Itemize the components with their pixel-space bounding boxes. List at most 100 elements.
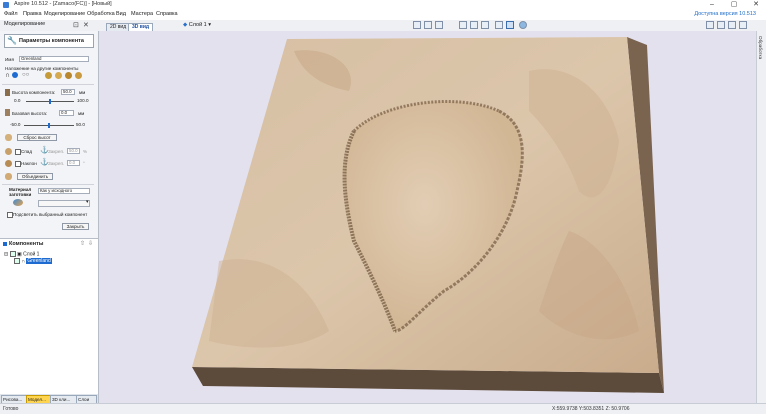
- move-up-icon[interactable]: ⇧: [80, 240, 85, 247]
- menu-wizards[interactable]: Мастера: [131, 11, 153, 17]
- blend-low-icon[interactable]: [55, 72, 62, 79]
- blend-replace-icon[interactable]: [75, 72, 82, 79]
- height-min: 0.0: [14, 98, 21, 103]
- name-field[interactable]: Greenland: [19, 56, 89, 62]
- tilt-value-field[interactable]: 0.0: [67, 160, 80, 166]
- reset-icon: [5, 134, 12, 141]
- menu-file[interactable]: Файл: [4, 11, 18, 17]
- chevron-down-icon: ▾: [208, 22, 212, 28]
- highlight-label: Подсветить выбранный компонент: [13, 212, 88, 217]
- view-back-icon[interactable]: [728, 21, 736, 29]
- blend-add-icon[interactable]: [12, 72, 18, 78]
- height-slider-thumb[interactable]: [49, 99, 51, 104]
- base-max: 50.0: [76, 122, 85, 127]
- view-side-icon[interactable]: [717, 21, 725, 29]
- layer-visible-checkbox[interactable]: [9, 251, 16, 257]
- toolpaths-rail-label[interactable]: Обработка: [758, 36, 763, 59]
- move-down-icon[interactable]: ⇩: [88, 240, 93, 247]
- close-button[interactable]: Закрыть: [62, 223, 89, 230]
- zoom-box-icon[interactable]: [481, 21, 489, 29]
- fade-value-field[interactable]: 50.0: [67, 148, 80, 154]
- menu-machining[interactable]: Обработка: [87, 11, 115, 17]
- tilt-unit: °: [83, 161, 85, 166]
- panel-tabs: Рисова... Модел... 3D кли... Слои: [0, 394, 98, 404]
- base-height-label: Базовая высота:: [12, 111, 48, 116]
- base-height-field[interactable]: 0.0: [59, 110, 74, 116]
- shading-icon[interactable]: [519, 21, 527, 29]
- base-min: -50.0: [10, 122, 21, 127]
- menu-view[interactable]: Вид: [116, 11, 126, 17]
- material-preview-icon: [13, 199, 23, 206]
- merge-icon: [5, 173, 12, 180]
- tree-item-label: Слой 1: [23, 251, 40, 258]
- base-height-unit: мм: [78, 111, 85, 116]
- app-icon: [3, 2, 9, 8]
- blend-multiply-icon[interactable]: [65, 72, 72, 79]
- fade-fix-label: Закреп.: [48, 149, 65, 154]
- zoom-extents-icon[interactable]: [459, 21, 467, 29]
- tree-item-layer[interactable]: ⊟ ▣ Слой 1: [4, 251, 39, 257]
- menu-help[interactable]: Справка: [156, 11, 178, 17]
- tilt-icon: [5, 160, 12, 167]
- relief-model[interactable]: [99, 31, 756, 403]
- chevron-down-icon[interactable]: ▾: [86, 199, 89, 205]
- components-icon: [3, 242, 7, 246]
- grid-icon[interactable]: [435, 21, 443, 29]
- fade-label: Спад: [21, 149, 33, 154]
- height-max: 100.0: [77, 98, 89, 103]
- fade-icon: [5, 148, 12, 155]
- close-window-button[interactable]: ✕: [746, 0, 766, 10]
- blend-subtract-icon[interactable]: ○○: [22, 72, 29, 78]
- update-available-link[interactable]: Доступна версия 10.513: [694, 11, 756, 17]
- base-slider-thumb[interactable]: [48, 123, 50, 128]
- menu-bar: Файл Правка Моделирование Обработка Вид …: [0, 10, 766, 20]
- panel-header: 🔧 Параметры компонента: [4, 34, 94, 48]
- components-title: Компоненты: [9, 241, 44, 247]
- mode-label: Моделирование: [4, 21, 46, 27]
- material-label: Материал заготовки: [9, 187, 32, 197]
- material-color-swatch[interactable]: [38, 200, 90, 207]
- panel-close-icon[interactable]: ✕: [83, 21, 89, 29]
- merge-button[interactable]: Объединить: [17, 173, 53, 180]
- blend-label: Наложение на другие компоненты: [5, 66, 79, 71]
- reset-heights-button[interactable]: Сброс высот: [17, 134, 57, 141]
- divider: [2, 84, 94, 85]
- pan-view-icon[interactable]: [506, 21, 514, 29]
- rotate-view-icon[interactable]: [495, 21, 503, 29]
- base-height-icon: [5, 109, 10, 116]
- zoom-in-icon[interactable]: [470, 21, 478, 29]
- view-front-icon[interactable]: [706, 21, 714, 29]
- tree-folder-icon: ▣: [16, 251, 22, 258]
- 3d-viewport[interactable]: [99, 31, 756, 403]
- status-text: Готово: [3, 406, 19, 412]
- fade-unit: %: [83, 149, 88, 154]
- layer-selector[interactable]: ◆ Слой 1 ▾: [183, 22, 211, 28]
- blend-merge-icon[interactable]: ∩: [5, 72, 10, 79]
- minimize-button[interactable]: –: [702, 0, 722, 10]
- tree-item-greenland[interactable]: ∩ Greenland: [14, 258, 52, 265]
- tilt-fix-label: Закреп.: [48, 161, 65, 166]
- menu-modeling[interactable]: Моделирование: [44, 11, 85, 17]
- height-field[interactable]: 50.0: [61, 89, 75, 95]
- name-label: Имя: [5, 57, 14, 62]
- status-bar: Готово X:559.9738 Y:503.8351 Z: 50.9706: [0, 403, 766, 414]
- window-title: Aspire 10.512 - [Zamaco(FC)] - [Новый]: [14, 1, 112, 7]
- tilt-label: Наклон: [21, 161, 37, 166]
- divider: [2, 184, 94, 185]
- view-top-icon[interactable]: [413, 21, 421, 29]
- component-icon: ∩: [21, 258, 25, 265]
- layer-selector-value: Слой 1: [188, 22, 207, 28]
- material-select[interactable]: Как у исходного: [38, 188, 90, 194]
- component-visible-checkbox[interactable]: [14, 258, 20, 264]
- collapse-icon[interactable]: ⊟: [4, 251, 8, 257]
- menu-edit[interactable]: Правка: [23, 11, 42, 17]
- toolpaths-rail[interactable]: Обработка: [756, 31, 766, 403]
- height-unit: мм: [79, 90, 86, 95]
- cursor-coordinates: X:559.9738 Y:503.8351 Z: 50.9706: [552, 406, 630, 412]
- maximize-button[interactable]: ▢: [724, 0, 744, 10]
- view-iso-icon[interactable]: [424, 21, 432, 29]
- pin-icon[interactable]: ⊡: [73, 21, 79, 29]
- blend-high-icon[interactable]: [45, 72, 52, 79]
- panel-title: Параметры компонента: [19, 38, 84, 44]
- view-bottom-icon[interactable]: [739, 21, 747, 29]
